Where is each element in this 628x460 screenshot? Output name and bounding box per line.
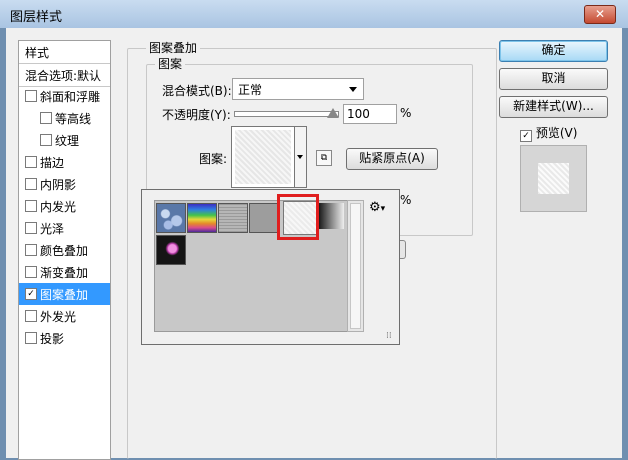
- style-item-label: 描边: [40, 156, 65, 170]
- style-item[interactable]: 纹理: [19, 129, 110, 151]
- pattern-swatch-dark-gradient[interactable]: [318, 203, 344, 229]
- checkbox-icon[interactable]: [25, 156, 37, 168]
- blend-mode-label: 混合模式(B):: [162, 84, 232, 98]
- style-item[interactable]: 光泽: [19, 217, 110, 239]
- blend-mode-value: 正常: [238, 83, 263, 97]
- checkbox-icon: ✓: [520, 130, 532, 142]
- styles-header-label: 样式: [25, 46, 50, 60]
- blend-mode-select[interactable]: 正常: [232, 78, 364, 100]
- blend-options-item[interactable]: 混合选项:默认: [19, 63, 110, 87]
- style-item-label: 等高线: [55, 112, 92, 126]
- opacity-slider-thumb[interactable]: [327, 108, 339, 118]
- pattern-swatch-rainbow[interactable]: [187, 203, 217, 233]
- checkbox-icon[interactable]: [25, 332, 37, 344]
- style-item[interactable]: ✓ 图案叠加: [19, 283, 110, 305]
- opacity-input[interactable]: 100: [343, 104, 397, 124]
- pattern-swatch-bubbles[interactable]: [156, 203, 186, 233]
- preview-checkbox[interactable]: ✓ 预览(V): [520, 124, 578, 142]
- close-button[interactable]: ✕: [584, 5, 616, 24]
- opacity-slider-track[interactable]: [234, 111, 339, 117]
- style-item[interactable]: 内发光: [19, 195, 110, 217]
- scale-unit: %: [400, 193, 412, 207]
- picker-scrollbar[interactable]: [347, 200, 364, 332]
- pattern-subgroup-title: 图案: [155, 55, 186, 72]
- resize-grip-icon[interactable]: ⁞⁞: [386, 331, 392, 341]
- style-item-label: 内阴影: [40, 178, 77, 192]
- checkbox-icon[interactable]: [25, 310, 37, 322]
- cancel-button[interactable]: 取消: [499, 68, 608, 90]
- checkbox-icon[interactable]: [25, 178, 37, 190]
- opacity-value: 100: [347, 107, 370, 121]
- pattern-dropdown-button[interactable]: [294, 126, 307, 188]
- window-title: 图层样式: [10, 10, 63, 25]
- style-item-label: 内发光: [40, 200, 77, 214]
- style-item-label: 外发光: [40, 310, 77, 324]
- ok-button[interactable]: 确定: [499, 40, 608, 62]
- opacity-unit: %: [400, 106, 412, 120]
- checkbox-icon[interactable]: [25, 200, 37, 212]
- new-preset-icon[interactable]: ⧉: [316, 150, 332, 166]
- style-item[interactable]: 等高线: [19, 107, 110, 129]
- style-item[interactable]: 外发光: [19, 305, 110, 327]
- styles-header[interactable]: 样式: [19, 41, 110, 63]
- scrollbar-thumb[interactable]: [350, 203, 361, 329]
- style-item[interactable]: 内阴影: [19, 173, 110, 195]
- layer-style-dialog: 图层样式 ✕ 样式 混合选项:默认 斜面和浮雕等高线纹理描边内阴影内发光光泽颜色…: [0, 0, 628, 460]
- checkbox-icon[interactable]: [25, 266, 37, 278]
- pattern-overlay-title: 图案叠加: [146, 39, 201, 56]
- style-item[interactable]: 斜面和浮雕: [19, 85, 110, 107]
- selection-highlight-box: [277, 194, 319, 240]
- style-item-label: 投影: [40, 332, 65, 346]
- pattern-texture: [235, 130, 291, 184]
- preview-label: 预览(V): [535, 126, 578, 140]
- checkbox-icon[interactable]: [25, 90, 37, 102]
- checkbox-icon[interactable]: ✓: [25, 288, 37, 300]
- styles-list: 样式 混合选项:默认 斜面和浮雕 等高线 纹理 描边 内阴影 内发光 光泽 颜色叠加 渐变叠加 ✓…: [18, 40, 111, 460]
- opacity-label: 不透明度(Y):: [162, 108, 231, 122]
- pattern-swatch-mid-gray[interactable]: [249, 203, 279, 233]
- pattern-label: 图案:: [199, 152, 228, 166]
- title-bar: 图层样式 ✕: [0, 0, 628, 28]
- checkbox-icon[interactable]: [25, 222, 37, 234]
- snap-origin-button[interactable]: 贴紧原点(A): [346, 148, 438, 170]
- pattern-swatch-flower[interactable]: [156, 235, 186, 265]
- style-item-label: 颜色叠加: [40, 244, 89, 258]
- style-item-label: 渐变叠加: [40, 266, 89, 280]
- pattern-swatch[interactable]: [231, 126, 295, 188]
- checkbox-icon[interactable]: [40, 134, 52, 146]
- style-item[interactable]: 颜色叠加: [19, 239, 110, 261]
- checkbox-icon[interactable]: [25, 244, 37, 256]
- style-item-label: 图案叠加: [40, 288, 89, 302]
- preview-thumbnail: [520, 145, 587, 212]
- style-item[interactable]: 渐变叠加: [19, 261, 110, 283]
- style-item[interactable]: 描边: [19, 151, 110, 173]
- preview-texture: [538, 163, 569, 194]
- chevron-down-icon: [297, 155, 303, 159]
- style-item[interactable]: 投影: [19, 327, 110, 349]
- checkbox-icon[interactable]: [40, 112, 52, 124]
- style-item-label: 光泽: [40, 222, 65, 236]
- style-item-label: 斜面和浮雕: [40, 90, 101, 104]
- style-item-label: 纹理: [55, 134, 80, 148]
- pattern-swatch-gray-texture[interactable]: [218, 203, 248, 233]
- gear-icon[interactable]: ⚙▾: [369, 200, 385, 215]
- blend-options-label: 混合选项:默认: [25, 69, 102, 83]
- new-style-button[interactable]: 新建样式(W)...: [499, 96, 608, 118]
- chevron-down-icon: [349, 87, 357, 92]
